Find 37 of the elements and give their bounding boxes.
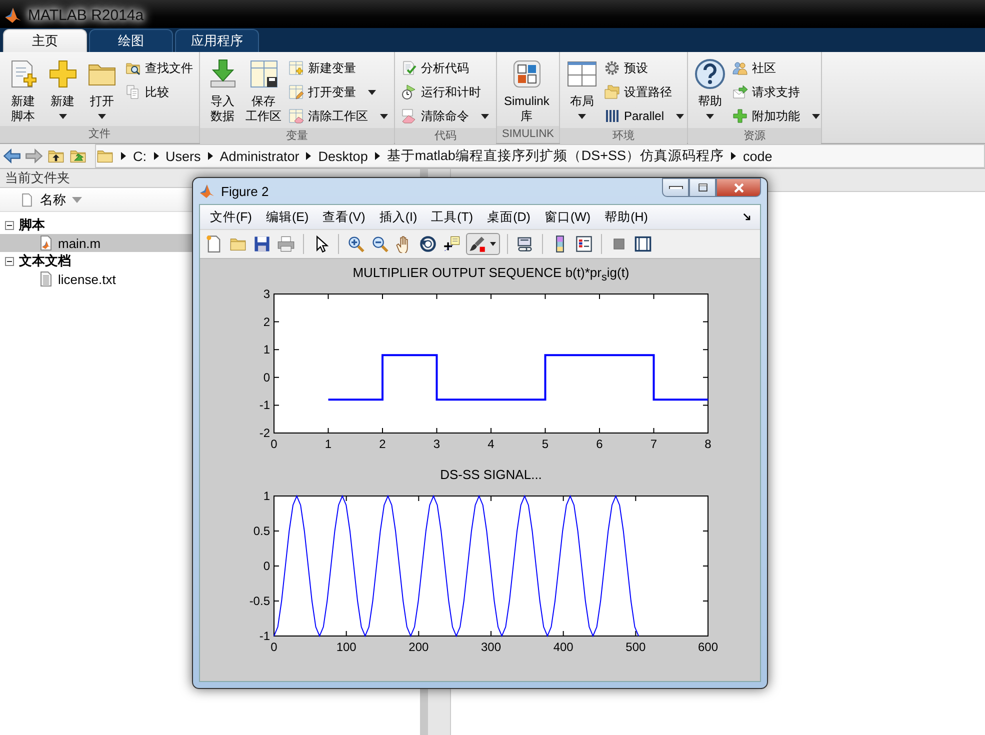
tick-label: 0 — [263, 559, 270, 573]
tick-label: -0.5 — [249, 594, 270, 608]
tick-label: 6 — [596, 437, 603, 451]
tick-label: 2 — [263, 314, 270, 329]
group-label: 代码 — [395, 128, 496, 145]
group-heading: 脚本 — [19, 216, 45, 234]
tick-label: 300 — [480, 640, 502, 654]
tick-label: -1 — [259, 629, 270, 643]
tick-label: 600 — [698, 640, 718, 654]
tick-label: 0.5 — [253, 524, 270, 538]
group-label: 文件 — [0, 126, 199, 143]
tick-label: -1 — [259, 398, 270, 412]
tick-label: 0 — [270, 437, 278, 451]
tick-label: 400 — [553, 640, 574, 654]
group-label: SIMULINK — [497, 126, 559, 143]
group-label: 资源 — [688, 128, 821, 145]
tick-label: 0 — [270, 640, 278, 654]
tick-label: 1 — [263, 489, 270, 503]
tick-label: 5 — [542, 437, 549, 451]
tick-label: 0 — [263, 370, 270, 384]
tick-label: 1 — [324, 437, 332, 451]
tick-label: 500 — [626, 640, 646, 654]
tick-label: -2 — [259, 426, 270, 440]
tick-label: 2 — [379, 437, 386, 451]
chart-title: DS-SS SIGNAL... — [440, 467, 542, 482]
tick-label: 100 — [336, 640, 356, 654]
tick-label: 4 — [488, 437, 494, 451]
tick-label: 3 — [433, 437, 440, 451]
tick-label: 7 — [650, 437, 658, 451]
tick-label: 1 — [263, 342, 270, 357]
group-label: 变量 — [200, 128, 394, 145]
chart-title: MULTIPLIER OUTPUT SEQUENCE b(t)*pr$_{s}$ig(t) — [352, 265, 630, 280]
tick-label: 3 — [263, 287, 270, 301]
tick-label: 200 — [408, 640, 429, 654]
tick-label: 8 — [704, 437, 712, 451]
group-heading: 文本文档 — [19, 252, 71, 270]
group-label: 环境 — [560, 128, 687, 145]
